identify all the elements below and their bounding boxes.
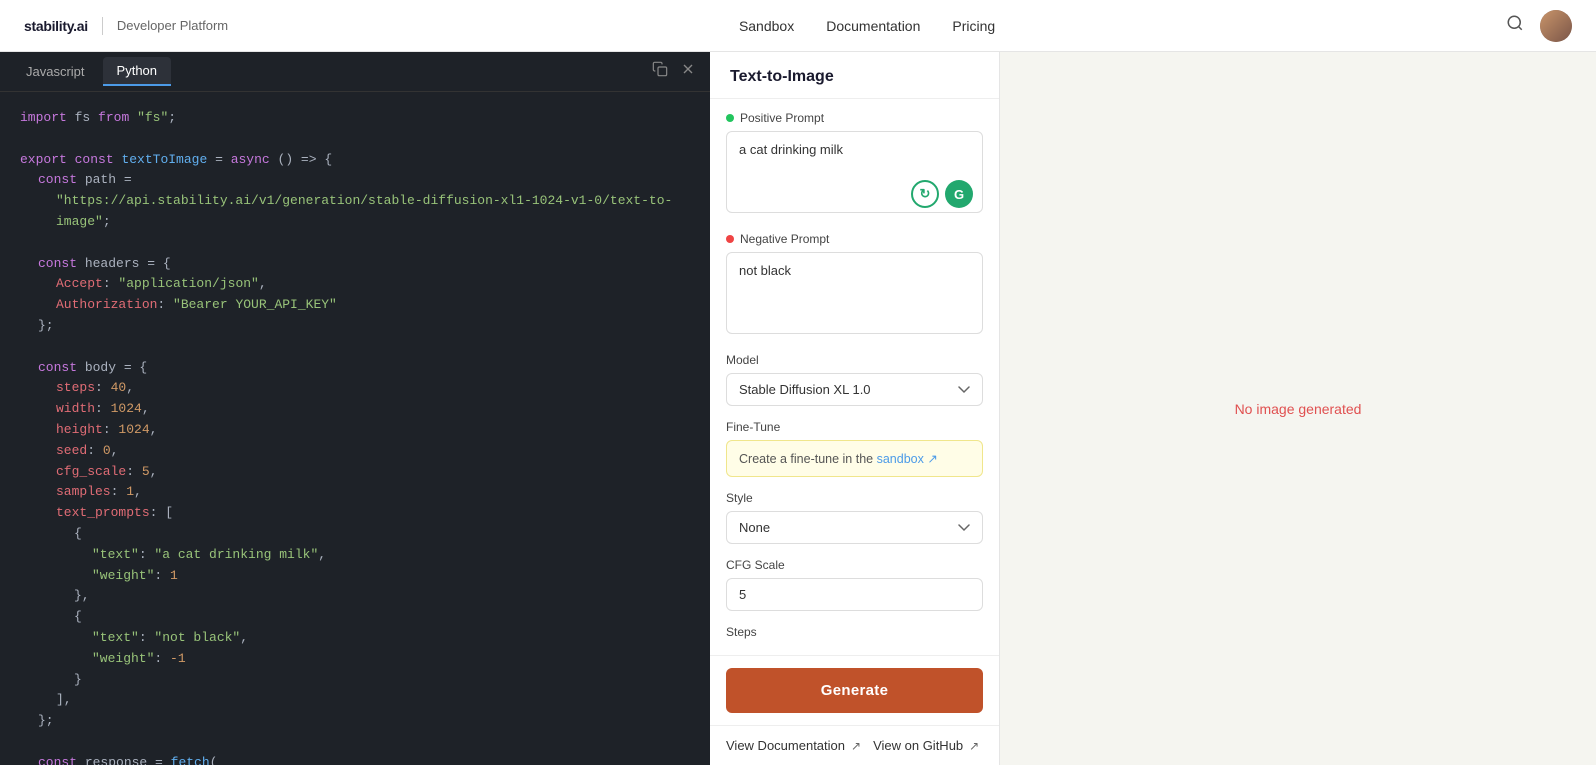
header-right: [1506, 10, 1572, 42]
fine-tune-group: Fine-Tune Create a fine-tune in the sand…: [726, 420, 983, 477]
nav-pricing[interactable]: Pricing: [952, 18, 995, 34]
style-label: Style: [726, 491, 983, 505]
model-group: Model Stable Diffusion XL 1.0 Stable Dif…: [726, 353, 983, 406]
negative-prompt-input[interactable]: not black: [726, 252, 983, 334]
positive-prompt-group: Positive Prompt a cat drinking milk ↻ G: [726, 111, 983, 218]
external-link-icon-docs: ↗: [851, 739, 861, 753]
image-area: No image generated: [1000, 52, 1596, 765]
negative-prompt-label: Negative Prompt: [726, 232, 983, 246]
style-select[interactable]: None Enhance Anime Photographic: [726, 511, 983, 544]
logo: stability.ai: [24, 18, 88, 34]
tab-javascript[interactable]: Javascript: [12, 58, 99, 85]
form-links: View Documentation ↗ View on GitHub ↗: [710, 725, 999, 765]
cfg-scale-input[interactable]: [726, 578, 983, 611]
close-icon[interactable]: [678, 59, 698, 84]
header-left: stability.ai Developer Platform: [24, 17, 228, 35]
main-content: Javascript Python import fs from "fs"; e…: [0, 52, 1596, 765]
form-header: Text-to-Image: [710, 52, 999, 99]
positive-prompt-area: a cat drinking milk ↻ G: [726, 131, 983, 218]
avatar[interactable]: [1540, 10, 1572, 42]
steps-group: Steps: [726, 625, 983, 639]
model-label: Model: [726, 353, 983, 367]
search-icon[interactable]: [1506, 14, 1524, 37]
positive-prompt-label: Positive Prompt: [726, 111, 983, 125]
generate-small-icon[interactable]: G: [945, 180, 973, 208]
tab-python[interactable]: Python: [103, 57, 171, 86]
code-tabs: Javascript Python: [0, 52, 710, 92]
code-body: import fs from "fs"; export const textTo…: [0, 92, 710, 765]
form-footer: Generate: [710, 655, 999, 725]
positive-prompt-icons: ↻ G: [911, 180, 973, 208]
refresh-icon[interactable]: ↻: [911, 180, 939, 208]
positive-dot: [726, 114, 734, 122]
form-title: Text-to-Image: [730, 68, 979, 86]
negative-dot: [726, 235, 734, 243]
nav-sandbox[interactable]: Sandbox: [739, 18, 794, 34]
code-tab-actions: [650, 59, 698, 84]
header-nav: Sandbox Documentation Pricing: [739, 18, 995, 34]
negative-prompt-group: Negative Prompt not black: [726, 232, 983, 339]
header: stability.ai Developer Platform Sandbox …: [0, 0, 1596, 52]
form-body: Positive Prompt a cat drinking milk ↻ G: [710, 99, 999, 655]
external-link-icon-github: ↗: [969, 739, 979, 753]
fine-tune-label: Fine-Tune: [726, 420, 983, 434]
copy-icon[interactable]: [650, 59, 670, 84]
nav-documentation[interactable]: Documentation: [826, 18, 920, 34]
steps-label: Steps: [726, 625, 983, 639]
form-panel: Text-to-Image Positive Prompt a cat drin…: [710, 52, 1000, 765]
header-subtitle: Developer Platform: [117, 18, 228, 33]
fine-tune-box: Create a fine-tune in the sandbox ↗: [726, 440, 983, 477]
cfg-scale-group: CFG Scale: [726, 558, 983, 611]
view-github-link[interactable]: View on GitHub ↗: [873, 738, 979, 753]
no-image-text: No image generated: [1235, 401, 1362, 417]
cfg-scale-label: CFG Scale: [726, 558, 983, 572]
generate-button[interactable]: Generate: [726, 668, 983, 713]
header-divider: [102, 17, 103, 35]
sandbox-link[interactable]: sandbox ↗: [877, 452, 938, 466]
code-panel: Javascript Python import fs from "fs"; e…: [0, 52, 710, 765]
view-docs-link[interactable]: View Documentation ↗: [726, 738, 861, 753]
style-group: Style None Enhance Anime Photographic: [726, 491, 983, 544]
right-panel: Text-to-Image Positive Prompt a cat drin…: [710, 52, 1596, 765]
model-select[interactable]: Stable Diffusion XL 1.0 Stable Diffusion…: [726, 373, 983, 406]
